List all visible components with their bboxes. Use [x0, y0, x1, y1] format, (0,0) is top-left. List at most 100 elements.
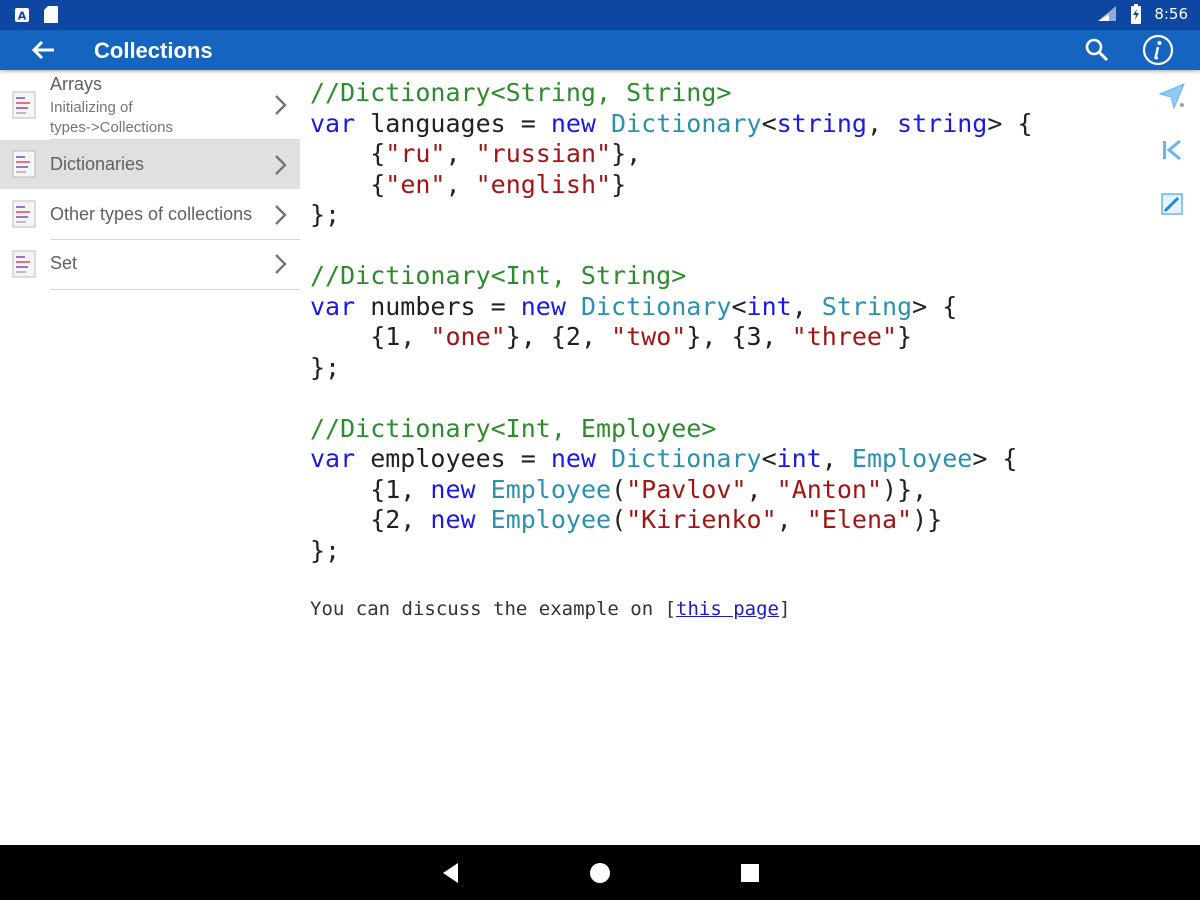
chevron-right-icon — [275, 254, 287, 274]
code-token: new — [550, 444, 596, 473]
code-line: var numbers = new Dictionary<int, String… — [310, 292, 1150, 323]
notification-a-icon: A — [15, 7, 29, 22]
this-page-link[interactable]: this page — [676, 598, 779, 620]
code-token: { — [310, 139, 386, 168]
code-token: new — [430, 474, 476, 504]
app-bar: Collections — [0, 30, 1200, 70]
code-token: ( — [611, 505, 627, 534]
system-navigation-bar — [0, 845, 1200, 900]
code-token: //Dictionary<Int, String> — [310, 261, 687, 290]
code-token: "en" — [385, 169, 446, 199]
code-token: new — [550, 108, 596, 138]
code-token: , — [776, 505, 807, 534]
code-token: , — [445, 139, 476, 168]
discussion-prefix: You can discuss the example on [ — [310, 598, 677, 620]
document-icon — [12, 150, 36, 178]
skip-to-start-icon[interactable] — [1158, 136, 1186, 164]
code-token: string — [776, 108, 867, 138]
code-token: ( — [611, 474, 627, 504]
document-icon — [12, 200, 36, 228]
code-token: }; — [310, 352, 341, 382]
chevron-right-icon — [275, 95, 287, 115]
sidebar: Arrays Initializing of types->Collection… — [0, 70, 300, 845]
sidebar-item-set[interactable]: Set — [0, 240, 300, 290]
discussion-text: You can discuss the example on [this pag… — [310, 598, 790, 620]
search-icon[interactable] — [1084, 37, 1110, 63]
sidebar-item-label: Arrays — [50, 74, 103, 94]
code-token: int — [746, 291, 792, 321]
sidebar-item-arrays[interactable]: Arrays Initializing of types->Collection… — [0, 70, 300, 140]
code-token: , — [821, 444, 852, 473]
code-token: "english" — [475, 169, 612, 199]
code-token: {1, — [310, 474, 431, 504]
code-token: languages = — [355, 108, 551, 138]
code-token: }, {2, — [505, 322, 612, 351]
code-token: String — [821, 291, 913, 321]
code-token: "ru" — [385, 139, 446, 168]
sidebar-item-subtitle: Initializing of types->Collections — [50, 99, 173, 136]
back-arrow-icon[interactable] — [28, 36, 58, 64]
chevron-right-icon — [275, 155, 287, 175]
code-token: numbers = — [355, 291, 521, 321]
code-token: "one" — [430, 322, 506, 351]
home-circle-icon[interactable] — [587, 860, 613, 886]
code-line: var employees = new Dictionary<int, Empl… — [310, 444, 1150, 475]
code-token: < — [731, 291, 747, 321]
code-token: , — [746, 474, 777, 504]
code-token: "Kirienko" — [626, 505, 777, 534]
code-token: string — [897, 108, 988, 138]
code-token: Employee — [490, 474, 612, 504]
info-icon[interactable] — [1142, 34, 1174, 66]
code-token: "Anton" — [776, 474, 883, 504]
code-token: Dictionary — [611, 444, 762, 473]
sd-card-icon — [44, 6, 58, 23]
code-token: int — [776, 444, 822, 473]
code-token: //Dictionary<Int, Employee> — [310, 413, 717, 443]
sidebar-item-label: Dictionaries — [50, 154, 145, 174]
battery-icon — [1131, 4, 1142, 24]
code-token: Employee — [490, 505, 612, 534]
recents-square-icon[interactable] — [737, 860, 763, 886]
code-token: < — [761, 108, 777, 138]
sidebar-item-label: Set — [50, 253, 78, 273]
code-line: {2, new Employee("Kirienko", "Elena")} — [310, 505, 1150, 536]
code-token: Employee — [851, 444, 973, 473]
code-token: {1, — [310, 322, 431, 351]
svg-text:A: A — [18, 9, 27, 22]
code-token: , — [866, 108, 898, 138]
back-triangle-icon[interactable] — [438, 860, 464, 886]
code-line: {1, "one"}, {2, "two"}, {3, "three"} — [310, 322, 1150, 353]
code-token: < — [761, 444, 777, 473]
send-icon[interactable] — [1158, 82, 1186, 110]
sidebar-item-label: Other types of collections — [50, 204, 253, 224]
code-token: Dictionary — [580, 291, 732, 321]
code-token: "Elena" — [806, 505, 913, 534]
document-icon — [12, 91, 36, 119]
code-token: } — [897, 322, 913, 351]
code-line: {1, new Employee("Pavlov", "Anton")}, — [310, 475, 1150, 506]
discussion-suffix: ] — [779, 598, 791, 620]
edit-icon[interactable] — [1158, 190, 1186, 218]
code-token: //Dictionary<String, String> — [310, 78, 732, 107]
code-token: new — [520, 291, 566, 321]
status-bar: A 8:56 — [0, 0, 1200, 30]
code-token: new — [430, 505, 476, 534]
code-token: "Pavlov" — [626, 474, 747, 504]
code-token: > { — [972, 444, 1018, 473]
code-token: var — [310, 291, 356, 321]
code-token: "two" — [611, 322, 687, 351]
code-token: "three" — [791, 322, 898, 351]
code-token: var — [310, 108, 356, 138]
clock: 8:56 — [1154, 5, 1188, 23]
code-token: > { — [912, 291, 958, 321]
sidebar-item-dictionaries[interactable]: Dictionaries — [0, 140, 300, 189]
sidebar-item-other-collections[interactable]: Other types of collections — [0, 190, 300, 240]
code-line: }; — [310, 536, 1150, 567]
chevron-right-icon — [275, 205, 287, 225]
code-line: //Dictionary<String, String> — [310, 78, 1150, 109]
code-token: , — [791, 291, 822, 321]
code-example: //Dictionary<String, String> var language… — [310, 78, 1150, 566]
